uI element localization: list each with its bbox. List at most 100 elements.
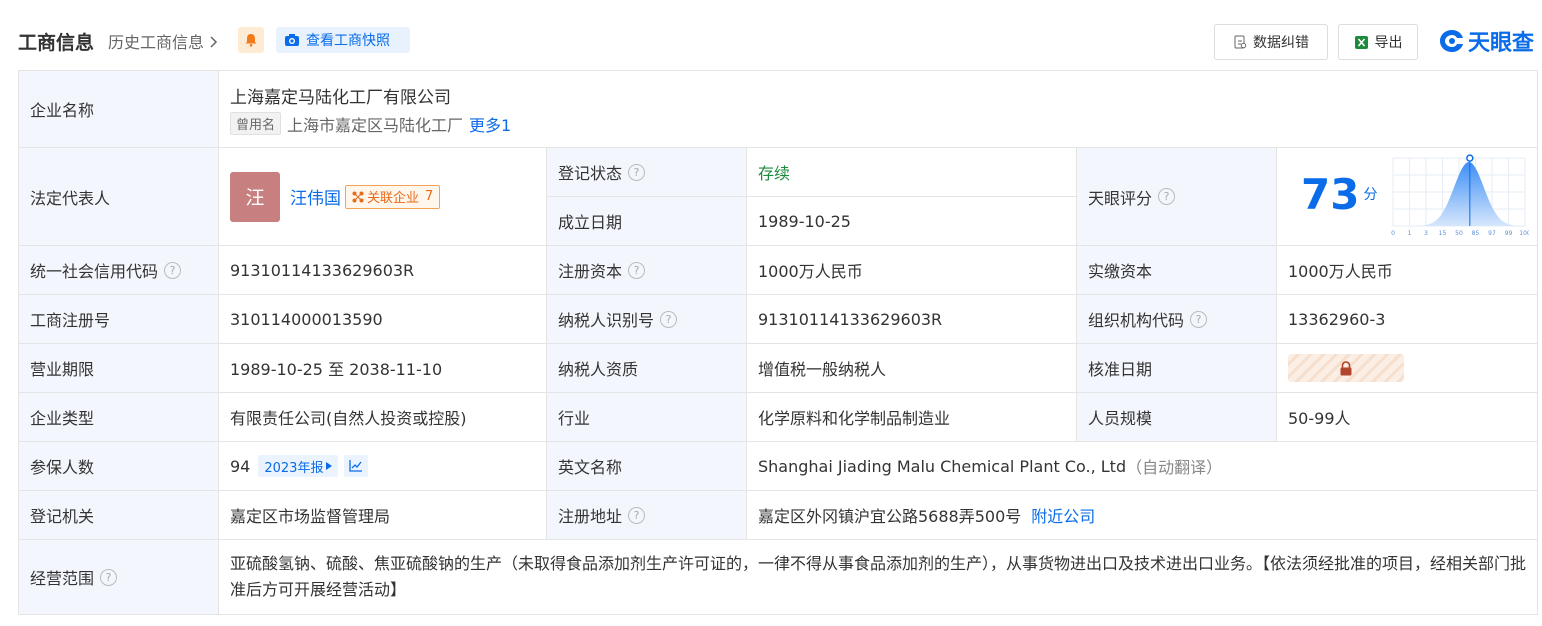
monitor-bell-button[interactable] (238, 27, 264, 53)
legal-rep-label: 法定代表人 (30, 188, 111, 208)
score-tick-label: 0 (1391, 230, 1395, 237)
scope-value: 亚硫酸氢钠、硫酸、焦亚硫酸钠的生产（未取得食品添加剂生产许可证的，一律不得从事食… (230, 554, 1527, 599)
taxpayer-id-label: 纳税人识别号 (558, 311, 655, 330)
data-correct-button[interactable]: 数据纠错 (1214, 24, 1328, 60)
authority-cell: 嘉定区市场监督管理局 (219, 491, 547, 540)
score-label: 天眼评分 (1088, 188, 1153, 208)
annual-report-label: 2023年报 (264, 460, 324, 476)
reg-capital-cell: 1000万人民币 (747, 246, 1077, 295)
help-icon[interactable]: ? (628, 506, 646, 524)
reg-status-label: 登记状态 (558, 164, 623, 183)
authority-value: 嘉定区市场监督管理局 (230, 507, 391, 526)
company-type-label-cell: 企业类型 (19, 393, 219, 442)
industry-label-cell: 行业 (547, 393, 747, 442)
staff-size-value: 50-99人 (1288, 409, 1351, 428)
score-display: 73 分 (1301, 170, 1377, 219)
history-link-label[interactable]: 历史工商信息 (108, 33, 204, 52)
nearby-companies-link[interactable]: 附近公司 (1031, 503, 1095, 527)
insured-value: 94 (230, 456, 251, 476)
taxpayer-id-label-cell: 纳税人识别号 ? (547, 295, 747, 344)
score-tick-label: 15 (1439, 230, 1447, 237)
score-marker (1466, 154, 1474, 162)
company-type-cell: 有限责任公司(自然人投资或控股) (219, 393, 547, 442)
founded-label-cell: 成立日期 (547, 197, 747, 246)
org-code-label-cell: 组织机构代码 ? (1077, 295, 1277, 344)
founded-label: 成立日期 (558, 213, 623, 232)
org-code-cell: 13362960-3 (1277, 295, 1537, 344)
legal-rep-label-cell: 法定代表人 (19, 148, 219, 246)
network-icon (352, 191, 364, 202)
reg-capital-label-cell: 注册资本 ? (547, 246, 747, 295)
english-name-label: 英文名称 (558, 458, 623, 477)
export-button[interactable]: 导出 (1338, 24, 1418, 60)
company-type-value: 有限责任公司(自然人投资或控股) (230, 409, 467, 428)
snapshot-button[interactable]: 查看工商快照 (276, 27, 410, 53)
locked-value[interactable] (1288, 354, 1404, 382)
org-code-label: 组织机构代码 (1088, 311, 1185, 330)
tax-quality-value: 增值税一般纳税人 (758, 360, 887, 379)
help-icon[interactable]: ? (164, 261, 182, 279)
staff-size-label-cell: 人员规模 (1077, 393, 1277, 442)
used-name: 上海市嘉定区马陆化工厂 (287, 115, 464, 135)
insured-cell: 94 2023年报 (219, 442, 547, 491)
scope-cell: 亚硫酸氢钠、硫酸、焦亚硫酸钠的生产（未取得食品添加剂生产许可证的，一律不得从事食… (219, 540, 1537, 614)
chevron-right-icon (209, 33, 219, 52)
history-link[interactable]: 历史工商信息 (108, 29, 219, 53)
taxpayer-id-value: 91310114133629603R (758, 309, 943, 329)
data-correct-label: 数据纠错 (1253, 35, 1309, 51)
address-cell: 嘉定区外冈镇沪宜公路5688弄500号 附近公司 (747, 491, 1537, 540)
related-companies-count: 7 (425, 189, 434, 204)
company-type-label: 企业类型 (30, 409, 95, 428)
score-tick-label: 50 (1455, 230, 1463, 237)
founded-value: 1989-10-25 (758, 211, 851, 231)
approve-date-label-cell: 核准日期 (1077, 344, 1277, 393)
industry-cell: 化学原料和化学制品制造业 (747, 393, 1077, 442)
reg-no-label: 工商注册号 (30, 311, 111, 330)
paid-capital-label: 实缴资本 (1088, 262, 1153, 281)
score-unit: 分 (1363, 187, 1378, 203)
credit-code-value: 91310114133629603R (230, 260, 415, 280)
help-icon[interactable]: ? (628, 261, 646, 279)
reg-no-label-cell: 工商注册号 (19, 295, 219, 344)
related-companies-label: 关联企业 (367, 191, 420, 206)
business-info-table: 企业名称 上海嘉定马陆化工厂有限公司 曾用名 上海市嘉定区马陆化工厂 更多1 法… (18, 70, 1538, 615)
export-label: 导出 (1374, 35, 1403, 51)
insured-label-cell: 参保人数 (19, 442, 219, 491)
related-companies-tag[interactable]: 关联企业 7 (345, 184, 441, 209)
help-icon[interactable]: ? (1190, 310, 1208, 328)
help-icon[interactable]: ? (660, 310, 678, 328)
staff-size-cell: 50-99人 (1277, 393, 1537, 442)
legal-rep-cell: 汪 汪伟国 关联企业 7 (219, 148, 547, 246)
address-label: 注册地址 (558, 507, 623, 526)
reg-no-cell: 310114000013590 (219, 295, 547, 344)
score-tick-label: 99 (1505, 230, 1513, 237)
help-icon[interactable]: ? (1158, 188, 1176, 205)
score-tick-label: 3 (1424, 230, 1428, 237)
company-name-label-cell: 企业名称 (19, 71, 219, 148)
score-tick-label: 1 (1408, 230, 1412, 237)
english-name-value: Shanghai Jiading Malu Chemical Plant Co.… (758, 456, 1127, 476)
org-code-value: 13362960-3 (1288, 309, 1386, 329)
scope-label-cell: 经营范围 ? (19, 540, 219, 614)
help-icon[interactable]: ? (628, 163, 646, 181)
scope-label: 经营范围 (30, 569, 95, 588)
legal-rep-avatar[interactable]: 汪 (230, 171, 280, 222)
company-name-cell: 上海嘉定马陆化工厂有限公司 曾用名 上海市嘉定区马陆化工厂 更多1 (219, 71, 1537, 148)
term-value: 1989-10-25 至 2038-11-10 (230, 360, 443, 379)
address-value: 嘉定区外冈镇沪宜公路5688弄500号 (758, 507, 1022, 526)
credit-code-label: 统一社会信用代码 (30, 262, 159, 281)
snapshot-button-label: 查看工商快照 (306, 33, 390, 49)
reg-capital-value: 1000万人民币 (758, 262, 863, 281)
logo-text: 天眼查 (1468, 31, 1535, 56)
english-name-cell: Shanghai Jiading Malu Chemical Plant Co.… (747, 442, 1537, 491)
excel-icon (1354, 35, 1368, 49)
insured-trend-button[interactable] (344, 455, 369, 477)
used-name-more-link[interactable]: 更多1 (469, 112, 511, 136)
score-tick-label: 97 (1488, 230, 1496, 237)
help-icon[interactable]: ? (100, 568, 118, 586)
score-distribution-chart[interactable]: 0 1 3 15 50 85 97 99 100 (1389, 154, 1529, 240)
legal-rep-name[interactable]: 汪伟国 (290, 184, 341, 209)
paid-capital-value: 1000万人民币 (1288, 262, 1393, 281)
annual-report-tag[interactable]: 2023年报 (258, 455, 339, 477)
tax-quality-label: 纳税人资质 (558, 360, 639, 379)
